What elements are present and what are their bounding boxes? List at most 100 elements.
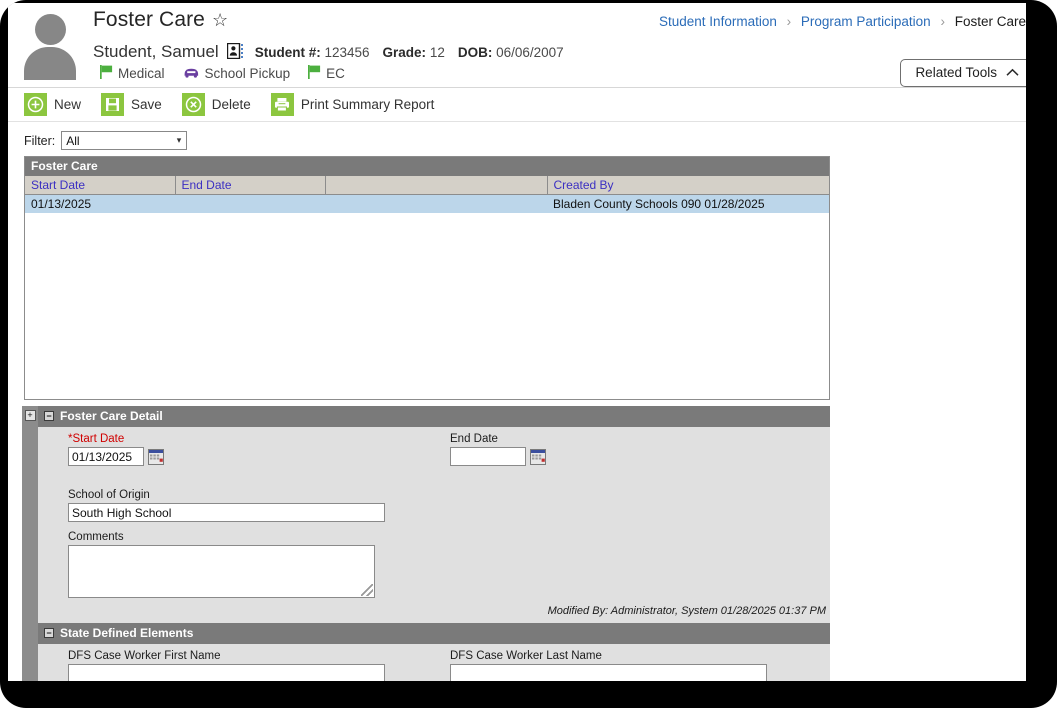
detail-panel-content: *Start Date 01/13/2025 End Date School o…	[38, 427, 830, 623]
related-tools-button[interactable]: Related Tools	[900, 59, 1026, 87]
breadcrumb-current: Foster Care	[954, 14, 1026, 29]
cell-created-by: Bladen County Schools 090 01/28/2025	[547, 194, 829, 213]
start-date-label: *Start Date	[68, 433, 125, 445]
page-title-row: Foster Care ☆	[93, 8, 228, 32]
detail-panel-title: Foster Care Detail	[60, 409, 163, 423]
student-summary: Student, Samuel Student #: 123456 Grade:…	[93, 42, 577, 62]
related-tools-label: Related Tools	[915, 65, 997, 80]
flag-medical[interactable]: Medical	[100, 65, 165, 82]
table-empty-space	[25, 213, 829, 399]
star-icon[interactable]: ☆	[212, 11, 228, 29]
student-flags: Medical School Pickup EC	[100, 65, 345, 82]
column-created-by[interactable]: Created By	[547, 176, 829, 195]
cell-blank	[325, 194, 547, 213]
minus-box-icon[interactable]: −	[44, 411, 54, 421]
state-defined-elements-panel: − State Defined Elements DFS Case Worker…	[22, 623, 830, 681]
avatar-head	[35, 14, 66, 45]
save-button-label: Save	[131, 97, 162, 112]
modified-by-text: Modified By: Administrator, System 01/28…	[547, 605, 826, 617]
new-button-label: New	[54, 97, 82, 112]
cell-end-date	[175, 194, 325, 213]
column-blank[interactable]	[325, 176, 548, 195]
state-panel-title: State Defined Elements	[60, 626, 194, 640]
column-end-date[interactable]: End Date	[175, 176, 326, 195]
calendar-icon[interactable]	[530, 448, 546, 465]
end-date-label: End Date	[450, 433, 498, 445]
start-date-input[interactable]: 01/13/2025	[68, 447, 144, 466]
school-of-origin-input[interactable]: South High School	[68, 503, 385, 522]
delete-button-label: Delete	[211, 97, 251, 112]
comments-label: Comments	[68, 531, 124, 543]
case-worker-name-row: DFS Case Worker First Name DFS Case Work…	[38, 650, 830, 681]
new-button[interactable]: New	[24, 93, 81, 116]
page-header: Foster Care ☆ Student, Samuel Student #:…	[8, 3, 1026, 88]
save-button[interactable]: Save	[101, 93, 162, 116]
filter-row: Filter: All ▾	[8, 122, 1026, 156]
plus-box-icon[interactable]: +	[24, 410, 36, 421]
state-panel-body: − State Defined Elements DFS Case Worker…	[38, 623, 830, 681]
comments-group: Comments	[38, 531, 830, 598]
first-name-input[interactable]	[68, 664, 385, 681]
flag-medical-label: Medical	[118, 66, 165, 81]
end-date-input[interactable]	[450, 447, 526, 466]
foster-care-table: Start Date End Date Created By 01/13/202…	[25, 176, 829, 213]
screenshot-frame: Foster Care ☆ Student, Samuel Student #:…	[0, 0, 1057, 708]
flag-icon	[100, 65, 113, 82]
panel-side-bar: +	[22, 406, 38, 623]
action-toolbar: New Save Delete Print Summary Report	[8, 88, 1026, 122]
comments-textarea[interactable]	[68, 545, 375, 598]
student-number-label: Student #:	[254, 44, 321, 60]
flag-school-pickup-label: School Pickup	[204, 66, 291, 81]
x-circle-icon	[181, 93, 205, 116]
dob: DOB: 06/06/2007	[458, 45, 564, 60]
panel-side-bar	[22, 623, 38, 681]
filter-value: All	[66, 133, 80, 148]
state-panel-header[interactable]: − State Defined Elements	[38, 623, 830, 644]
table-header-row: Start Date End Date Created By	[25, 176, 829, 195]
detail-panel-body: − Foster Care Detail *Start Date 01/13/2…	[38, 406, 830, 623]
student-name: Student, Samuel	[93, 42, 219, 61]
grade-value: 12	[429, 44, 445, 60]
foster-care-detail-panel: + − Foster Care Detail *Start Date 01/13…	[22, 406, 830, 623]
page-title: Foster Care	[93, 8, 205, 31]
flag-ec[interactable]: EC	[308, 65, 345, 82]
chevron-down-icon: ▾	[176, 135, 182, 145]
print-summary-report-button[interactable]: Print Summary Report	[270, 93, 434, 116]
delete-button[interactable]: Delete	[181, 93, 251, 116]
contact-card-icon[interactable]	[226, 42, 244, 63]
calendar-icon[interactable]	[148, 448, 164, 465]
list-title: Foster Care	[25, 157, 829, 176]
filter-select[interactable]: All ▾	[61, 131, 188, 150]
table-row[interactable]: 01/13/2025 Bladen County Schools 090 01/…	[25, 194, 829, 213]
cell-start-date: 01/13/2025	[25, 194, 175, 213]
column-start-date[interactable]: Start Date	[25, 176, 176, 195]
student-avatar-icon	[16, 8, 84, 80]
state-panel-content: DFS Case Worker First Name DFS Case Work…	[38, 644, 830, 681]
floppy-disk-icon	[101, 93, 125, 116]
end-date-group: End Date	[450, 433, 546, 466]
last-name-group: DFS Case Worker Last Name	[450, 650, 767, 681]
printer-icon	[270, 93, 294, 116]
minus-box-icon[interactable]: −	[44, 628, 54, 638]
breadcrumb: Student Information › Program Participat…	[659, 14, 1026, 29]
flag-ec-label: EC	[326, 66, 345, 81]
dob-label: DOB:	[457, 44, 493, 60]
date-fields-row: *Start Date 01/13/2025 End Date	[38, 433, 830, 466]
school-of-origin-group: School of Origin South High School	[38, 489, 830, 522]
last-name-input[interactable]	[450, 664, 767, 681]
breadcrumb-student-information[interactable]: Student Information	[659, 14, 777, 29]
grade-label: Grade:	[382, 44, 427, 60]
resize-grip[interactable]	[361, 584, 373, 596]
first-name-group: DFS Case Worker First Name	[68, 650, 450, 681]
detail-panel-header[interactable]: − Foster Care Detail	[38, 406, 830, 427]
breadcrumb-program-participation[interactable]: Program Participation	[801, 14, 931, 29]
flag-school-pickup[interactable]: School Pickup	[183, 65, 291, 82]
application-page: Foster Care ☆ Student, Samuel Student #:…	[8, 3, 1026, 681]
dob-value: 06/06/2007	[496, 44, 564, 60]
foster-care-list: Foster Care Start Date End Date Created …	[24, 156, 830, 400]
flag-icon	[308, 65, 321, 82]
filter-label: Filter:	[24, 133, 56, 148]
grade: Grade: 12	[383, 45, 445, 60]
last-name-label: DFS Case Worker Last Name	[450, 650, 602, 662]
student-number-value: 123456	[324, 44, 370, 60]
